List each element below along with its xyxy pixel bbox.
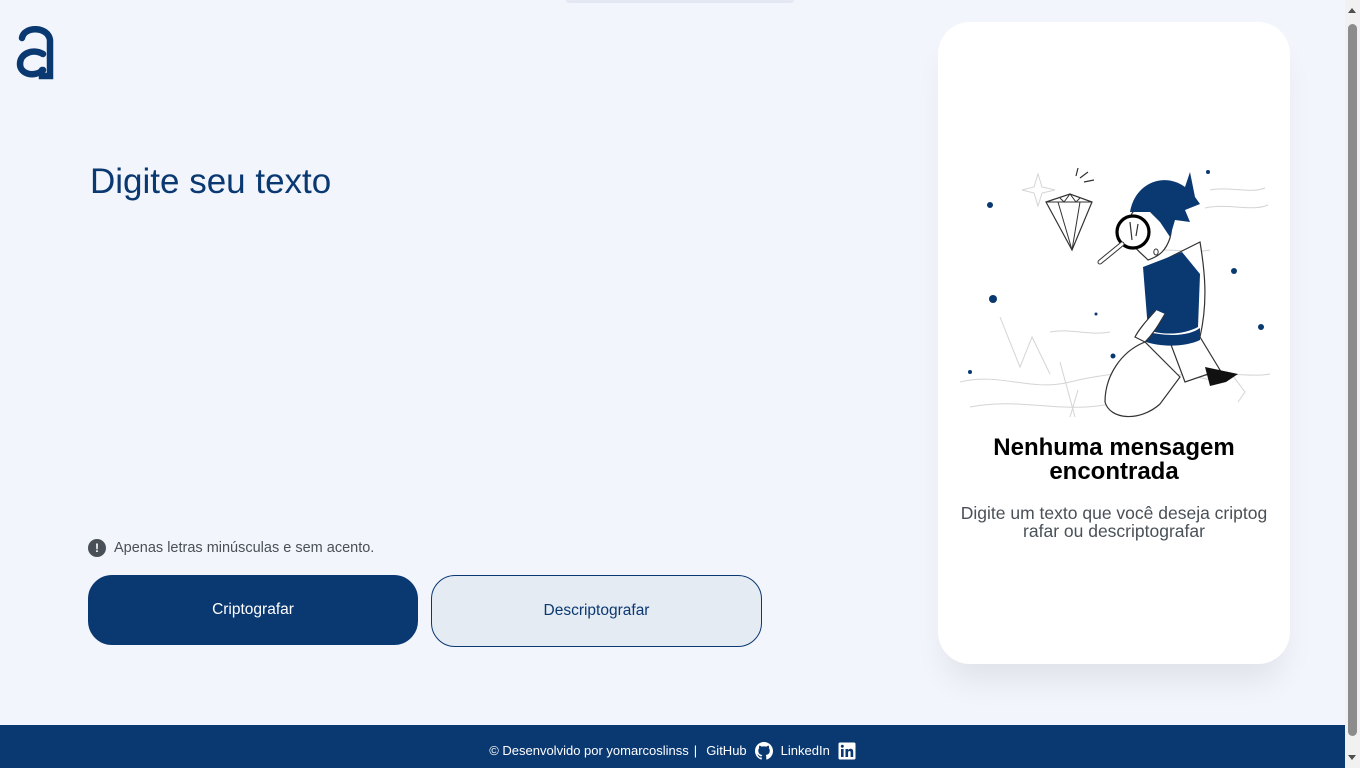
encrypt-button-label: Criptografar [212, 601, 294, 618]
input-hint: ! Apenas letras minúsculas e sem acento. [88, 538, 374, 558]
message-input[interactable] [90, 160, 890, 520]
result-description: Digite um texto que você deseja criptogr… [960, 503, 1268, 541]
github-icon[interactable] [754, 741, 773, 760]
decrypt-button-label: Descriptografar [543, 602, 650, 619]
footer-credit: © Desenvolvido por yomarcoslinss [489, 743, 689, 758]
result-title: Nenhuma mensagem encontrada [993, 434, 1235, 485]
exclamation-circle-icon: ! [88, 539, 106, 557]
scroll-up-arrow-icon[interactable] [1348, 8, 1356, 13]
hint-text: Apenas letras minúsculas e sem acento. [114, 540, 375, 556]
magnifier-boy-illustration [960, 167, 1271, 418]
scroll-thumb[interactable] [1348, 24, 1357, 736]
scroll-down-arrow-icon[interactable] [1348, 755, 1356, 760]
footer-separator: | [693, 743, 698, 758]
github-link[interactable]: GitHub [706, 743, 746, 758]
result-card: Nenhuma mensagem encontrada Digite um te… [938, 22, 1290, 664]
encrypt-button[interactable]: Criptografar [88, 575, 418, 645]
linkedin-link[interactable]: LinkedIn [781, 743, 830, 758]
top-tab-indicator [566, 0, 794, 3]
linkedin-icon[interactable] [838, 742, 856, 760]
logo-icon[interactable] [14, 24, 56, 80]
decrypt-button[interactable]: Descriptografar [431, 575, 762, 647]
footer: © Desenvolvido por yomarcoslinss | GitHu… [0, 725, 1345, 768]
vertical-scrollbar[interactable] [1345, 0, 1360, 768]
